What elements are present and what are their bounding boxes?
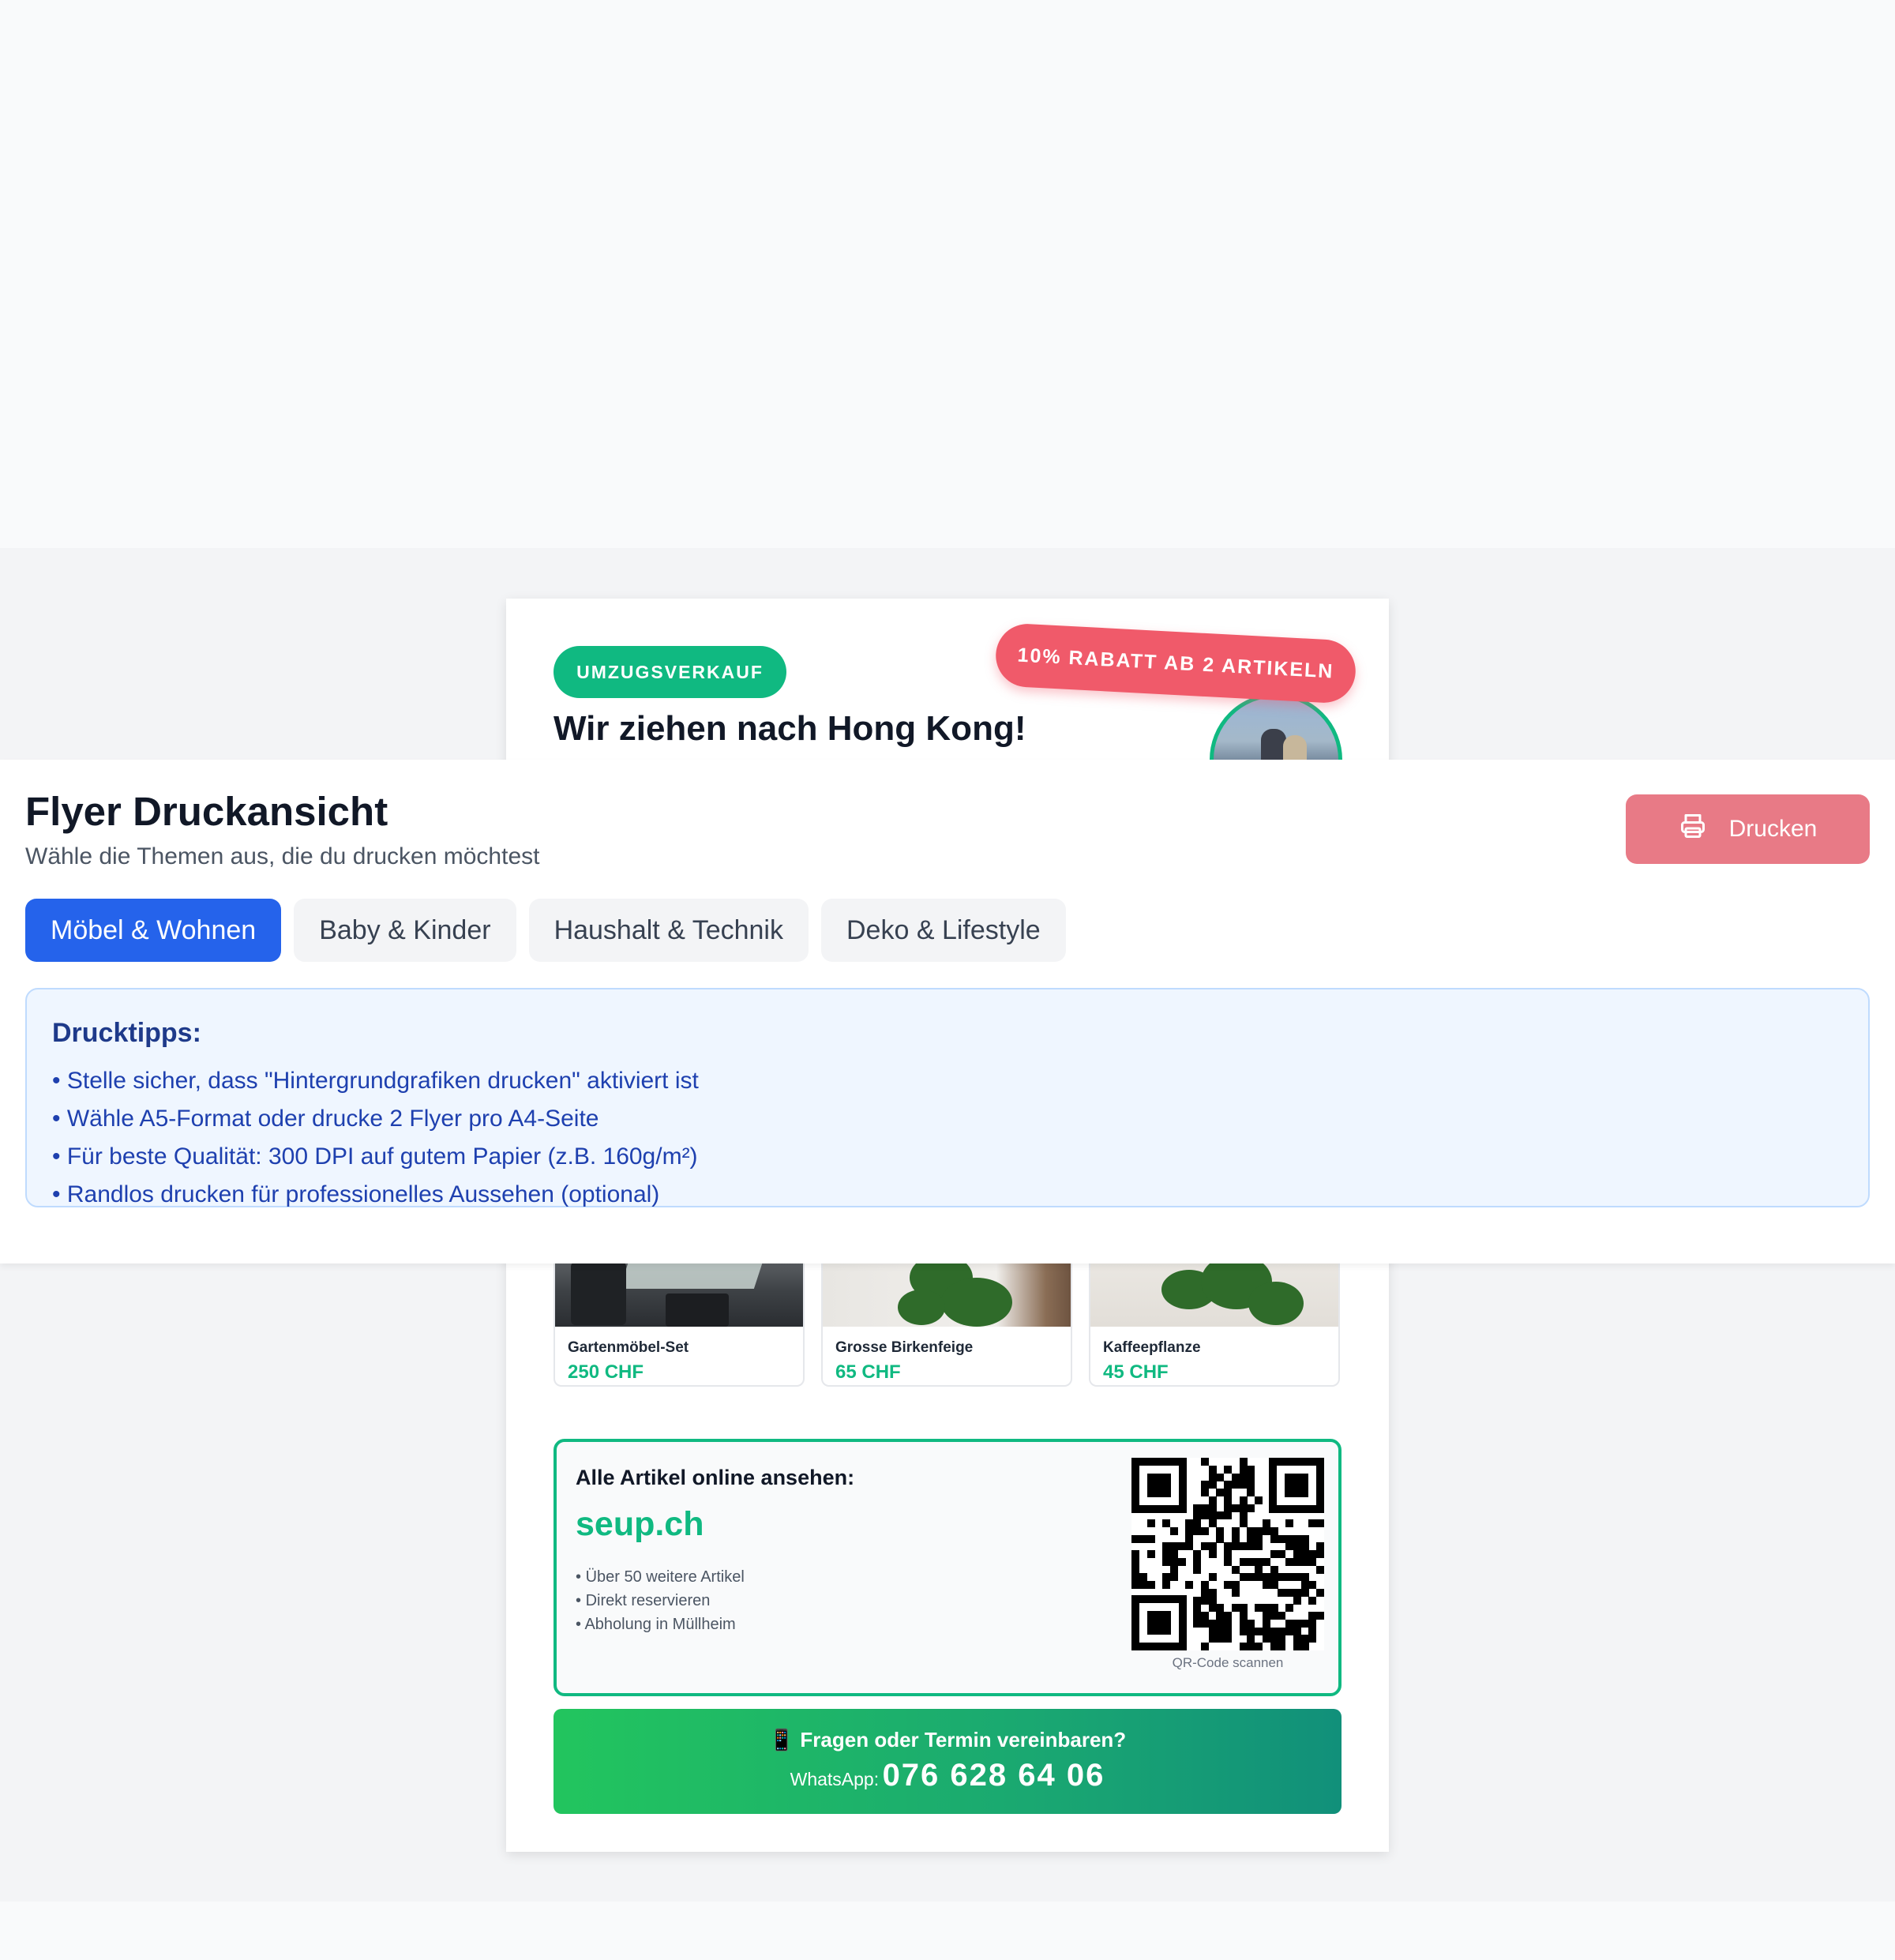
umzugsverkauf-badge: UMZUGSVERKAUF (553, 646, 786, 698)
whatsapp-label: WhatsApp: (790, 1769, 880, 1789)
online-info-box: Alle Artikel online ansehen: seup.ch Übe… (553, 1439, 1342, 1696)
phone-number: 076 628 64 06 (882, 1758, 1105, 1793)
feature-item: Abholung in Müllheim (576, 1613, 745, 1636)
product-name: Gartenmöbel-Set (568, 1339, 689, 1356)
page-title: Flyer Druckansicht (25, 789, 388, 834)
discount-ribbon: 10% RABATT AB 2 ARTIKELN (994, 622, 1357, 704)
print-tip-item: Wähle A5-Format oder drucke 2 Flyer pro … (52, 1100, 699, 1138)
print-tip-item: Für beste Qualität: 300 DPI auf gutem Pa… (52, 1138, 699, 1176)
category-tabs: Möbel & Wohnen Baby & Kinder Haushalt & … (25, 899, 1066, 962)
tab-haushalt-technik[interactable]: Haushalt & Technik (528, 899, 809, 962)
website-url: seup.ch (576, 1505, 704, 1543)
print-tips-list: Stelle sicher, dass "Hintergrundgrafiken… (52, 1062, 699, 1214)
contact-question: 📱 Fragen oder Termin vereinbaren? (768, 1728, 1127, 1752)
page-background-bottom (0, 1902, 1895, 1960)
print-tip-item: Stelle sicher, dass "Hintergrundgrafiken… (52, 1062, 699, 1100)
page-subtitle: Wähle die Themen aus, die du drucken möc… (25, 843, 540, 869)
qr-code (1131, 1458, 1325, 1651)
product-name: Kaffeepflanze (1103, 1339, 1201, 1356)
product-card: Gartenmöbel-Set 250 CHF (553, 1246, 805, 1387)
print-control-panel: Flyer Druckansicht Wähle die Themen aus,… (0, 760, 1895, 1263)
print-button-label: Drucken (1728, 816, 1818, 842)
page-background-top (0, 0, 1895, 548)
print-tips-box: Drucktipps: Stelle sicher, dass "Hinterg… (25, 988, 1870, 1207)
feature-item: Direkt reservieren (576, 1589, 745, 1613)
flyer-headline: Wir ziehen nach Hong Kong! (553, 709, 1026, 748)
product-card: Grosse Birkenfeige 65 CHF (821, 1246, 1072, 1387)
whatsapp-line: WhatsApp: 076 628 64 06 (553, 1758, 1342, 1793)
product-price: 45 CHF (1103, 1361, 1169, 1383)
qr-caption: QR-Code scannen (1172, 1655, 1284, 1670)
product-name: Grosse Birkenfeige (835, 1339, 974, 1356)
product-price: 250 CHF (568, 1361, 644, 1383)
product-price: 65 CHF (835, 1361, 901, 1383)
tab-moebel-wohnen[interactable]: Möbel & Wohnen (25, 899, 282, 962)
online-feature-list: Über 50 weitere Artikel Direkt reservier… (576, 1565, 745, 1636)
print-tip-item: Randlos drucken für professionelles Auss… (52, 1176, 699, 1214)
online-title: Alle Artikel online ansehen: (576, 1466, 855, 1489)
tab-deko-lifestyle[interactable]: Deko & Lifestyle (821, 899, 1066, 962)
printer-icon (1679, 812, 1707, 847)
print-button[interactable]: Drucken (1626, 794, 1870, 864)
tab-baby-kinder[interactable]: Baby & Kinder (294, 899, 516, 962)
print-tips-heading: Drucktipps: (52, 1018, 201, 1048)
product-card: Kaffeepflanze 45 CHF (1089, 1246, 1340, 1387)
whatsapp-contact-banner: 📱 Fragen oder Termin vereinbaren? WhatsA… (553, 1709, 1342, 1814)
feature-item: Über 50 weitere Artikel (576, 1565, 745, 1589)
